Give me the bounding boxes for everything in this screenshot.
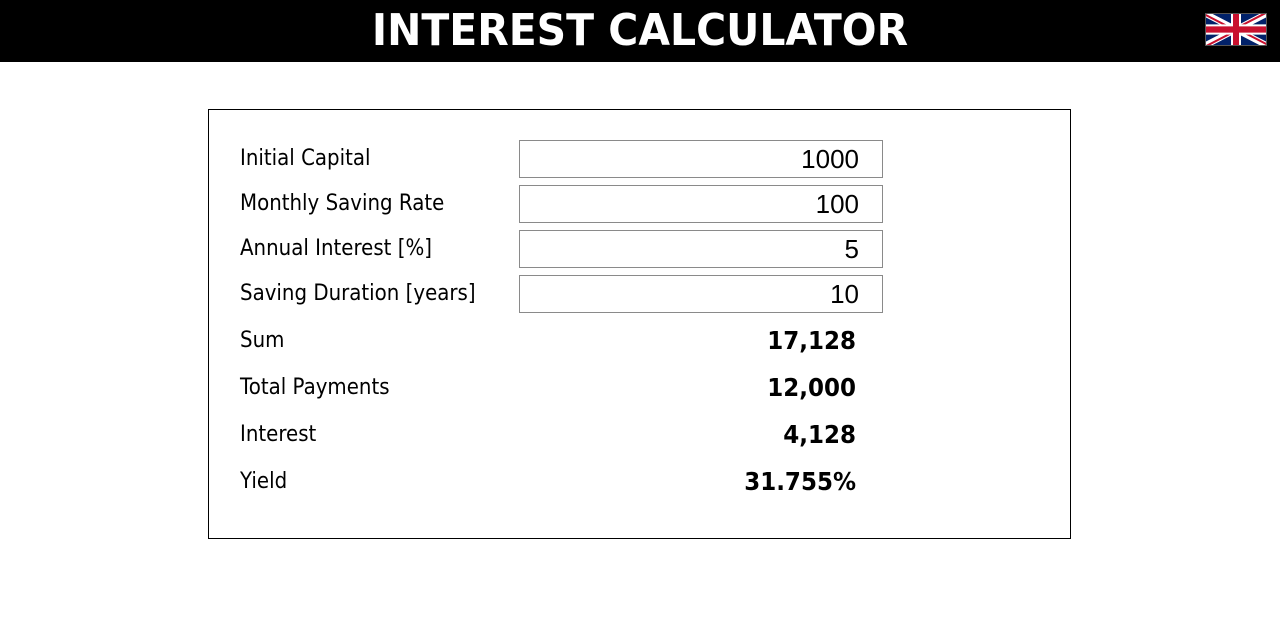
result-row-interest: Interest 4,128 (240, 416, 1040, 454)
sum-label: Sum (240, 328, 285, 353)
result-row-sum: Sum 17,128 (240, 322, 1040, 360)
saving-duration-label: Saving Duration [years] (240, 281, 476, 306)
input-row-monthly-saving-rate: Monthly Saving Rate (240, 185, 1040, 223)
input-row-initial-capital: Initial Capital (240, 140, 1040, 178)
interest-label: Interest (240, 422, 317, 447)
total-payments-value: 12,000 (767, 373, 856, 402)
yield-label: Yield (240, 469, 288, 494)
interest-value: 4,128 (783, 420, 856, 449)
total-payments-label: Total Payments (240, 375, 390, 400)
monthly-saving-rate-label: Monthly Saving Rate (240, 191, 445, 216)
annual-interest-label: Annual Interest [%] (240, 236, 432, 261)
sum-value: 17,128 (767, 326, 856, 355)
saving-duration-input[interactable] (519, 275, 883, 313)
header-bar: INTEREST CALCULATOR (0, 0, 1280, 62)
language-selector[interactable] (1205, 13, 1267, 46)
uk-flag-icon (1206, 14, 1266, 45)
initial-capital-input[interactable] (519, 140, 883, 178)
monthly-saving-rate-input[interactable] (519, 185, 883, 223)
annual-interest-input[interactable] (519, 230, 883, 268)
result-row-yield: Yield 31.755% (240, 463, 1040, 501)
page-title: INTEREST CALCULATOR (371, 5, 909, 56)
initial-capital-label: Initial Capital (240, 146, 371, 171)
yield-value: 31.755% (744, 467, 856, 496)
calculator-panel: Initial Capital Monthly Saving Rate Annu… (208, 109, 1071, 539)
result-row-total-payments: Total Payments 12,000 (240, 369, 1040, 407)
input-row-saving-duration: Saving Duration [years] (240, 275, 1040, 313)
input-row-annual-interest: Annual Interest [%] (240, 230, 1040, 268)
